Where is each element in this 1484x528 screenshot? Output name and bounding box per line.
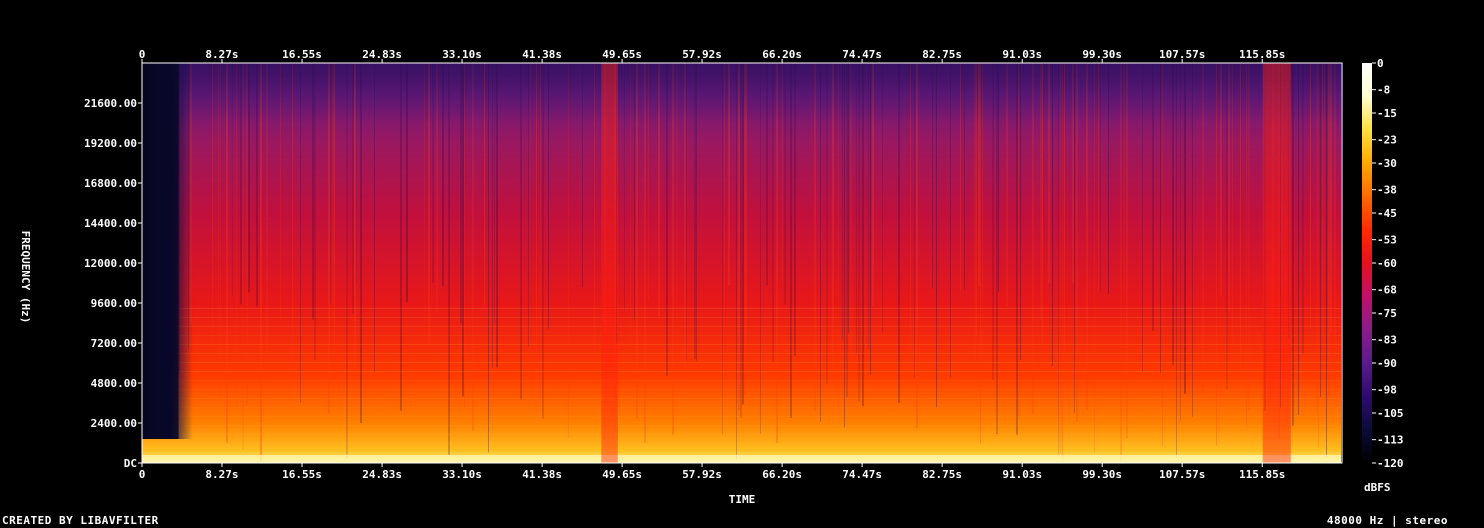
x-tick-label-top: 115.85s: [1239, 48, 1285, 61]
colorbar-tick-label: -23: [1377, 134, 1397, 147]
x-axis-top: 0 8.27s 16.55s 24.83s 33.10s 41.38s 49.65s 57.9…: [139, 48, 1285, 63]
colorbar-tick-label: -15: [1377, 107, 1397, 120]
colorbar-tick-label: -120: [1377, 457, 1404, 470]
x-tick-label-top: 41.38s: [522, 48, 562, 61]
x-tick-label-top: 0: [139, 48, 146, 61]
colorbar-tick-label: -75: [1377, 307, 1397, 320]
colorbar-tick-label: -68: [1377, 284, 1397, 297]
loud-region: [1262, 63, 1291, 463]
x-tick-label-top: 82.75s: [922, 48, 962, 61]
y-axis-label: FREQUENCY (Hz): [19, 231, 32, 324]
x-tick-label-bottom: 66.20s: [762, 468, 802, 481]
harmonic-line: [142, 335, 1342, 336]
x-tick-label-bottom: 24.83s: [362, 468, 402, 481]
x-tick-label-bottom: 74.47s: [842, 468, 882, 481]
x-tick-label-bottom: 82.75s: [922, 468, 962, 481]
quiet-region-core: [142, 63, 179, 439]
y-axis: DC 2400.00 4800.00 7200.00 9600.00 12000.00 14…: [84, 97, 142, 470]
harmonic-line: [142, 443, 1342, 444]
harmonic-line: [142, 344, 1342, 345]
colorbar-tick-label: -105: [1377, 407, 1404, 420]
x-tick-label-top: 91.03s: [1002, 48, 1042, 61]
harmonic-line: [142, 398, 1342, 399]
x-tick-label-bottom: 41.38s: [522, 468, 562, 481]
x-tick-label-top: 66.20s: [762, 48, 802, 61]
x-tick-label-bottom: 0: [139, 468, 146, 481]
y-tick-label: 16800.00: [84, 177, 137, 190]
colorbar-tick-label: -53: [1377, 234, 1397, 247]
harmonic-line: [142, 326, 1342, 327]
footer-credit: CREATED BY LIBAVFILTER: [2, 514, 159, 527]
x-tick-label-bottom: 33.10s: [442, 468, 482, 481]
x-tick-label-top: 8.27s: [205, 48, 238, 61]
x-tick-label-bottom: 16.55s: [282, 468, 322, 481]
x-tick-label-bottom: 115.85s: [1239, 468, 1285, 481]
x-tick-label-top: 16.55s: [282, 48, 322, 61]
colorbar-tick-label: -45: [1377, 207, 1397, 220]
harmonic-line: [142, 308, 1342, 309]
x-tick-label-bottom: 107.57s: [1159, 468, 1205, 481]
x-tick-label-top: 24.83s: [362, 48, 402, 61]
harmonic-line: [142, 425, 1342, 426]
colorbar-tick-label: -98: [1377, 384, 1397, 397]
x-tick-label-top: 99.30s: [1082, 48, 1122, 61]
spectrogram-plot: [141, 62, 1344, 464]
harmonic-line: [142, 362, 1342, 363]
high-frequency-band: [142, 63, 1342, 123]
y-tick-label: 4800.00: [91, 377, 137, 390]
x-tick-label-bottom: 8.27s: [205, 468, 238, 481]
harmonic-line: [142, 380, 1342, 381]
colorbar-tick-label: 0: [1377, 57, 1384, 70]
colorbar-tick-label: -38: [1377, 184, 1397, 197]
footer-format: 48000 Hz | stereo: [1326, 514, 1448, 527]
y-tick-label: 12000.00: [84, 257, 137, 270]
y-tick-label: 2400.00: [91, 417, 137, 430]
x-axis-label: TIME: [729, 493, 756, 506]
x-tick-label-top: 49.65s: [602, 48, 642, 61]
colorbar-label: dBFS: [1364, 481, 1391, 494]
colorbar-gradient: [1362, 63, 1372, 463]
x-tick-label-bottom: 49.65s: [602, 468, 642, 481]
harmonic-line: [142, 434, 1342, 435]
y-tick-label: DC: [124, 457, 137, 470]
x-tick-label-top: 33.10s: [442, 48, 482, 61]
harmonic-line: [142, 317, 1342, 318]
spectrogram-chart: 0 8.27s 16.55s 24.83s 33.10s 41.38s 49.65s 57.9…: [19, 48, 1404, 506]
colorbar-ticks: 0 -8 -15 -23 -30 -38 -45 -53 -60 -68 -75 -83 -90 -98 -…: [1372, 57, 1404, 470]
colorbar-tick-label: -60: [1377, 257, 1397, 270]
low-frequency-band: [142, 455, 1342, 463]
x-tick-label-bottom: 57.92s: [682, 468, 722, 481]
colorbar-tick-label: -83: [1377, 334, 1397, 347]
harmonic-line: [142, 371, 1342, 372]
colorbar-tick-label: -30: [1377, 157, 1397, 170]
colorbar-tick-label: -113: [1377, 434, 1404, 447]
y-tick-label: 9600.00: [91, 297, 137, 310]
colorbar: 0 -8 -15 -23 -30 -38 -45 -53 -60 -68 -75 -83 -90 -98 -…: [1362, 57, 1404, 494]
colorbar-tick-label: -90: [1377, 357, 1397, 370]
y-tick-label: 19200.00: [84, 137, 137, 150]
harmonic-line: [142, 389, 1342, 390]
harmonic-line: [142, 407, 1342, 408]
x-tick-label-bottom: 91.03s: [1002, 468, 1042, 481]
harmonic-line: [142, 353, 1342, 354]
harmonic-line: [142, 416, 1342, 417]
x-tick-label-top: 57.92s: [682, 48, 722, 61]
y-tick-label: 14400.00: [84, 217, 137, 230]
y-tick-label: 7200.00: [91, 337, 137, 350]
x-tick-label-bottom: 99.30s: [1082, 468, 1122, 481]
colorbar-tick-label: -8: [1377, 84, 1390, 97]
x-axis-bottom: 0 8.27s 16.55s 24.83s 33.10s 41.38s 49.65s 57.9…: [139, 463, 1285, 481]
x-tick-label-top: 107.57s: [1159, 48, 1205, 61]
y-tick-label: 21600.00: [84, 97, 137, 110]
x-tick-label-top: 74.47s: [842, 48, 882, 61]
loud-region: [601, 63, 618, 463]
